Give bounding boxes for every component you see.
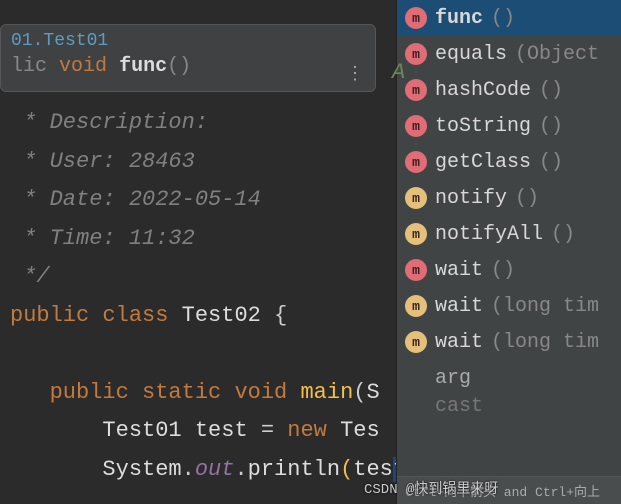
completion-keyword[interactable]: cast [397,396,621,416]
completion-params: () [491,7,515,30]
tooltip-signature: lic void func() [11,55,365,78]
method-icon: m [405,223,427,245]
method-icon: m [405,187,427,209]
completion-name: equals [435,43,507,66]
tooltip-class-path: 01.Test01 [11,31,365,51]
method-icon: m [405,151,427,173]
completion-params: () [539,151,563,174]
completion-params: () [491,259,515,282]
completion-params: (Object [515,43,599,66]
overlay-char: A [392,60,405,85]
completion-name: notifyAll [435,223,543,246]
method-icon: m [405,7,427,29]
method-icon: m [405,79,427,101]
method-icon: m [405,115,427,137]
completion-item[interactable]: mwait (long tim [397,324,621,360]
completion-params: (long tim [491,331,599,354]
method-icon: m [405,43,427,65]
completion-item[interactable]: mwait () [397,252,621,288]
completion-item[interactable]: m hashCode () [397,72,621,108]
completion-item[interactable]: mnotify () [397,180,621,216]
completion-item[interactable]: m getClass () [397,144,621,180]
watermark: CSDN @快到锅里来呀 [364,478,498,498]
completion-name: getClass [435,151,531,174]
completion-params: () [539,115,563,138]
completion-popup[interactable]: mfunc()mequals(ObjectmhashCode()mtoStrin… [396,0,621,504]
completion-item[interactable]: m notifyAll () [397,216,621,252]
completion-name: toString [435,115,531,138]
completion-keyword[interactable]: arg [397,360,621,396]
method-icon: m [405,331,427,353]
completion-params: (long tim [491,295,599,318]
completion-item[interactable]: m toString () [397,108,621,144]
method-icon: m [405,295,427,317]
completion-name: hashCode [435,79,531,102]
completion-name: wait [435,259,483,282]
completion-name: wait [435,295,483,318]
completion-params: () [515,187,539,210]
completion-item[interactable]: mfunc () [397,0,621,36]
completion-params: () [539,79,563,102]
completion-name: func [435,7,483,30]
parameter-info-tooltip: 01.Test01 lic void func() ⋮ [0,24,376,92]
completion-item[interactable]: mequals (Object [397,36,621,72]
method-icon: m [405,259,427,281]
completion-name: notify [435,187,507,210]
completion-name: wait [435,331,483,354]
more-icon[interactable]: ⋮ [346,63,365,85]
completion-params: () [551,223,575,246]
completion-item[interactable]: mwait (long tim [397,288,621,324]
